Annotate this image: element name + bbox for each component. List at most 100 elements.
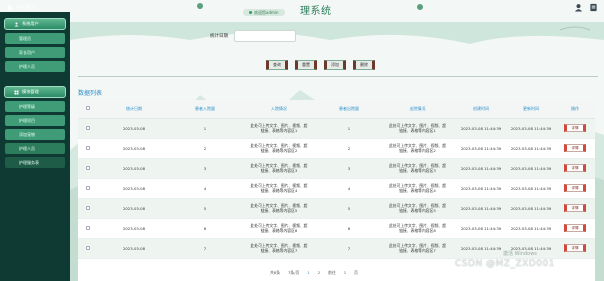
created-time-cell: 2023-03-08 11:44:39 bbox=[455, 118, 507, 139]
discharge-count-cell: 1 bbox=[318, 118, 380, 139]
detail-button[interactable]: 详情 bbox=[564, 224, 586, 232]
grid-icon bbox=[14, 90, 19, 94]
main-content: 统计日期 查询 重置 添加 删除 数据列表 统计日期 患者入院量 入院情况 患者… bbox=[70, 22, 604, 281]
action-cell: 详情 bbox=[555, 198, 595, 219]
menu-group-header[interactable]: 系统用户 bbox=[4, 18, 66, 30]
column-header[interactable]: 更新时间 bbox=[507, 100, 555, 119]
stat-date-cell: 2023-03-08 bbox=[98, 218, 170, 239]
sidebar-item-admin[interactable]: 管理员 bbox=[5, 33, 65, 44]
detail-button[interactable]: 详情 bbox=[564, 164, 586, 172]
page-number[interactable]: 1 bbox=[307, 270, 309, 276]
discharge-desc-text: 此处可上传文字、图片、视频、超链接、表格等内容区4 bbox=[389, 183, 446, 193]
sidebar-item-caregivers[interactable]: 护理人员 bbox=[5, 61, 65, 72]
updated-time-cell: 2023-03-08 11:44:39 bbox=[507, 138, 555, 159]
admission-count-cell: 4 bbox=[170, 178, 240, 199]
profile-button[interactable] bbox=[574, 3, 583, 12]
row-checkbox[interactable] bbox=[86, 205, 90, 210]
admission-count-cell: 6 bbox=[170, 218, 240, 239]
page-size-select[interactable]: 7条/页 bbox=[288, 270, 299, 276]
sidebar-item-add-pet[interactable]: 添加宠物 bbox=[5, 129, 65, 140]
row-checkbox[interactable] bbox=[86, 125, 90, 130]
detail-button[interactable]: 详情 bbox=[564, 244, 586, 252]
top-right-actions bbox=[574, 3, 598, 12]
select-all-checkbox[interactable] bbox=[86, 106, 90, 111]
home-link-label: 后台首页 bbox=[16, 5, 37, 11]
discharge-count-cell: 2 bbox=[318, 138, 380, 159]
admission-desc-text: 此处可上传文字、图片、视频、超链接、表格等内容区6 bbox=[250, 223, 308, 233]
sidebar-item-label: 管理员 bbox=[19, 35, 31, 41]
table-row[interactable]: 2023-03-08 3 此处可上传文字、图片、视频、超链接、表格等内容区3 3 此处可… bbox=[78, 158, 595, 179]
row-checkbox[interactable] bbox=[86, 145, 90, 150]
sidebar-item-caregivers-module[interactable]: 护理人员 bbox=[5, 143, 65, 154]
column-header[interactable]: 患者入院量 bbox=[170, 100, 240, 119]
detail-button[interactable]: 详情 bbox=[564, 184, 586, 192]
detail-button[interactable]: 详情 bbox=[564, 204, 586, 212]
admission-count-cell: 7 bbox=[170, 238, 240, 259]
discharge-desc-cell: 此处可上传文字、图片、视频、超链接、表格等内容区6 bbox=[380, 218, 455, 239]
column-header[interactable]: 创建时间 bbox=[455, 100, 507, 119]
column-header[interactable]: 入院情况 bbox=[240, 100, 318, 119]
discharge-desc-text: 此处可上传文字、图片、视频、超链接、表格等内容区1 bbox=[389, 123, 446, 133]
table-row[interactable]: 2023-03-08 5 此处可上传文字、图片、视频、超链接、表格等内容区5 5 此处可… bbox=[78, 198, 595, 219]
table-row[interactable]: 2023-03-08 4 此处可上传文字、图片、视频、超链接、表格等内容区4 4 此处可… bbox=[78, 178, 595, 199]
stat-date-cell: 2023-03-08 bbox=[98, 118, 170, 139]
sidebar-item-care-project[interactable]: 护理项目 bbox=[5, 115, 65, 126]
sidebar-item-care-level[interactable]: 护理等级 bbox=[5, 101, 65, 112]
column-header[interactable]: 出院情况 bbox=[380, 100, 455, 119]
menu-group-header[interactable]: 模块管理 bbox=[4, 86, 66, 98]
action-cell: 详情 bbox=[555, 178, 595, 199]
table-row[interactable]: 2023-03-08 6 此处可上传文字、图片、视频、超链接、表格等内容区6 6 此处可… bbox=[78, 218, 595, 239]
row-checkbox[interactable] bbox=[86, 165, 90, 170]
created-time-cell: 2023-03-08 11:44:39 bbox=[455, 218, 507, 239]
sidebar: 系统用户 管理员 家长用户 护理人员 模块管理 护理等级 护理项目 添加宠物 护… bbox=[0, 12, 70, 281]
sidebar-item-parent-users[interactable]: 家长用户 bbox=[5, 47, 65, 58]
discharge-desc-text: 此处可上传文字、图片、视频、超链接、表格等内容区2 bbox=[389, 143, 446, 153]
created-time-cell: 2023-03-08 11:44:39 bbox=[455, 178, 507, 199]
sidebar-item-label: 护理人员 bbox=[19, 63, 35, 69]
home-link[interactable]: 后台首页 bbox=[6, 4, 36, 11]
column-header[interactable]: 统计日期 bbox=[98, 100, 170, 119]
page-number[interactable]: 2 bbox=[318, 270, 320, 276]
sidebar-item-care-service-table[interactable]: 护理服务表 bbox=[5, 157, 65, 168]
goto-page-input[interactable]: 1 bbox=[344, 270, 346, 276]
page-suffix: 页 bbox=[354, 270, 358, 275]
row-select-cell[interactable] bbox=[78, 238, 98, 259]
admission-desc-cell: 此处可上传文字、图片、视频、超链接、表格等内容区5 bbox=[240, 198, 318, 219]
discharge-desc-cell: 此处可上传文字、图片、视频、超链接、表格等内容区3 bbox=[380, 158, 455, 179]
menu-group-label: 系统用户 bbox=[22, 21, 39, 26]
discharge-count-cell: 6 bbox=[318, 218, 380, 239]
table-body: 2023-03-08 1 此处可上传文字、图片、视频、超链接、表格等内容区1 1 此处可… bbox=[78, 118, 595, 259]
reset-button[interactable]: 重置 bbox=[295, 60, 317, 70]
row-select-cell[interactable] bbox=[78, 178, 98, 199]
row-checkbox[interactable] bbox=[86, 185, 90, 190]
row-select-cell[interactable] bbox=[78, 218, 98, 239]
home-icon bbox=[6, 4, 13, 11]
admission-count-cell: 2 bbox=[170, 138, 240, 159]
admission-desc-text: 此处可上传文字、图片、视频、超链接、表格等内容区4 bbox=[250, 183, 308, 193]
stat-date-cell: 2023-03-08 bbox=[98, 178, 170, 199]
updated-time-cell: 2023-03-08 11:44:39 bbox=[507, 118, 555, 139]
row-checkbox[interactable] bbox=[86, 225, 90, 230]
filter-label: 统计日期 bbox=[210, 34, 228, 39]
query-button[interactable]: 查询 bbox=[266, 60, 288, 70]
row-select-cell[interactable] bbox=[78, 118, 98, 139]
table-row[interactable]: 2023-03-08 2 此处可上传文字、图片、视频、超链接、表格等内容区2 2 此处可… bbox=[78, 138, 595, 159]
sidebar-item-label: 添加宠物 bbox=[19, 131, 35, 137]
delete-button[interactable]: 删除 bbox=[353, 60, 375, 70]
stat-date-input[interactable] bbox=[234, 30, 296, 42]
discharge-desc-text: 此处可上传文字、图片、视频、超链接、表格等内容区6 bbox=[389, 223, 446, 233]
add-button[interactable]: 添加 bbox=[324, 60, 346, 70]
detail-button[interactable]: 详情 bbox=[564, 124, 586, 132]
row-checkbox[interactable] bbox=[86, 245, 90, 250]
user-greeting-label: 欢迎您admin bbox=[254, 9, 279, 15]
admission-desc-text: 此处可上传文字、图片、视频、超链接、表格等内容区5 bbox=[250, 203, 308, 213]
logout-button[interactable] bbox=[589, 3, 598, 12]
table-row[interactable]: 2023-03-08 1 此处可上传文字、图片、视频、超链接、表格等内容区1 1 此处可… bbox=[78, 118, 595, 139]
row-select-cell[interactable] bbox=[78, 158, 98, 179]
section-title: 数据列表 bbox=[78, 90, 103, 97]
select-all-cell[interactable] bbox=[78, 100, 98, 119]
row-select-cell[interactable] bbox=[78, 138, 98, 159]
row-select-cell[interactable] bbox=[78, 198, 98, 219]
column-header[interactable]: 患者出院量 bbox=[318, 100, 380, 119]
detail-button[interactable]: 详情 bbox=[564, 144, 586, 152]
